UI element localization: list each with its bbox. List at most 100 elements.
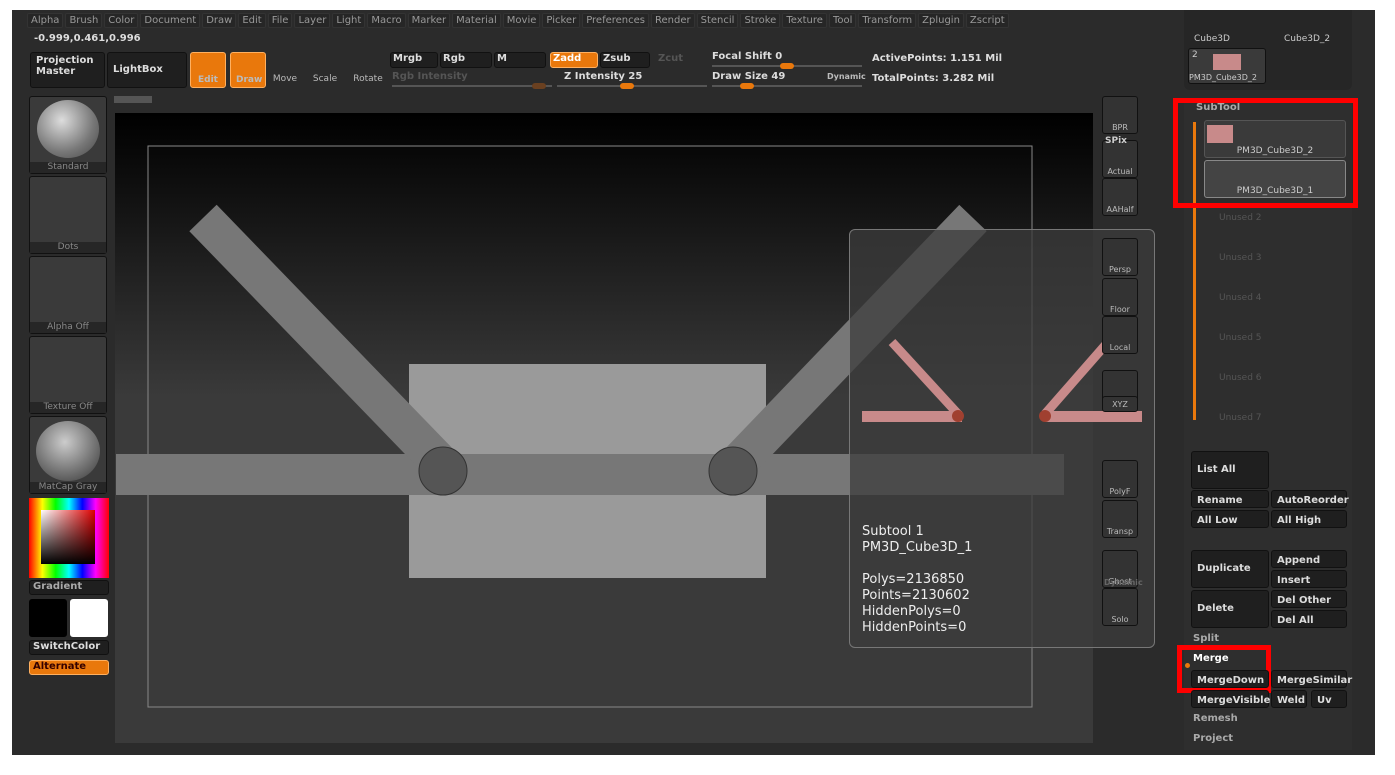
menu-movie[interactable]: Movie [502,13,541,28]
lightbox-button[interactable]: LightBox [107,52,187,88]
focal-shift-slider[interactable] [712,63,862,69]
all-low-button[interactable]: All Low [1191,510,1269,528]
tool-item-pm3d[interactable]: 2 PM3D_Cube3D_2 [1188,48,1266,84]
stroke-thumbnail[interactable]: Dots [29,176,107,254]
draw-button[interactable]: Draw [230,52,266,88]
menu-file[interactable]: File [267,13,293,28]
project-section[interactable]: Project [1193,733,1233,744]
menu-color[interactable]: Color [104,13,139,28]
secondary-color-swatch[interactable] [70,599,108,637]
menu-preferences[interactable]: Preferences [582,13,650,28]
scale-button[interactable]: Scale [310,74,340,84]
floor-button[interactable]: Floor [1102,278,1138,316]
m-button[interactable]: M [494,52,546,68]
local-button[interactable]: Local [1102,316,1138,354]
material-thumbnail[interactable]: MatCap Gray [29,416,107,494]
auto-reorder-button[interactable]: AutoReorder [1271,490,1349,508]
del-other-button[interactable]: Del Other [1271,590,1347,608]
alpha-thumbnail[interactable]: Alpha Off [29,256,107,334]
subtool-slot-empty[interactable]: Unused 4 [1219,293,1262,303]
total-points: TotalPoints: 3.282 Mil [872,73,995,84]
rename-button[interactable]: Rename [1191,490,1269,508]
z-intensity-slider[interactable] [557,83,707,89]
transp-button[interactable]: Transp [1102,500,1138,538]
subtool-slot-empty[interactable]: Unused 2 [1219,213,1262,223]
uv-button[interactable]: Uv [1311,690,1347,708]
menu-picker[interactable]: Picker [542,13,581,28]
bpr-button[interactable]: BPR [1102,96,1138,134]
polyf-button[interactable]: PolyF [1102,460,1138,498]
duplicate-button[interactable]: Duplicate [1191,550,1269,588]
spix-slider[interactable]: SPix [1105,136,1127,146]
dynamic-toggle[interactable]: Dynamic [827,72,866,81]
draw-size-slider[interactable] [712,83,862,89]
menu-tool[interactable]: Tool [828,13,857,28]
rgb-intensity-slider[interactable] [392,83,552,89]
edit-button[interactable]: Edit [190,52,226,88]
menu-zplugin[interactable]: Zplugin [918,13,964,28]
aahalf-button[interactable]: AAHalf [1102,178,1138,216]
menu-layer[interactable]: Layer [294,13,331,28]
menu-texture[interactable]: Texture [782,13,827,28]
menu-stroke[interactable]: Stroke [740,13,781,28]
merge-visible-button[interactable]: MergeVisible [1191,690,1270,708]
projection-master-button[interactable]: Projection Master [30,52,105,88]
persp-button[interactable]: Persp [1102,238,1138,276]
right-joint [708,446,758,496]
zcut-button[interactable]: Zcut [658,53,683,64]
color-picker[interactable] [29,498,109,578]
menu-transform[interactable]: Transform [858,13,917,28]
tool-palette: Cube3D Cube3D_2 2 PM3D_Cube3D_2 [1184,10,1352,90]
canvas-scroll[interactable] [114,96,152,103]
remesh-section[interactable]: Remesh [1193,713,1238,724]
menu-stencil[interactable]: Stencil [696,13,739,28]
menu-document[interactable]: Document [140,13,201,28]
tool-item-cube3d[interactable]: Cube3D [1194,34,1230,44]
menu-zscript[interactable]: Zscript [965,13,1009,28]
subtool-slot-empty[interactable]: Unused 7 [1219,413,1262,423]
subtool-slot-empty[interactable]: Unused 6 [1219,373,1262,383]
menu-render[interactable]: Render [651,13,695,28]
append-button[interactable]: Append [1271,550,1347,568]
z-intensity-label: Z Intensity 25 [564,71,643,82]
zsub-button[interactable]: Zsub [600,52,650,68]
alternate-button[interactable]: Alternate [29,660,109,675]
merge-similar-button[interactable]: MergeSimilar [1271,670,1352,688]
left-arm-mesh [189,204,459,482]
rotate-button[interactable]: Rotate [350,74,386,84]
rgb-button[interactable]: Rgb [440,52,492,68]
delete-button[interactable]: Delete [1191,590,1269,628]
switch-color-button[interactable]: SwitchColor [29,640,109,655]
mrgb-button[interactable]: Mrgb [390,52,438,68]
move-button[interactable]: Move [270,74,300,84]
zadd-button[interactable]: Zadd [550,52,598,68]
xyz-button[interactable]: XYZ [1102,396,1138,412]
del-all-button[interactable]: Del All [1271,610,1347,628]
subtool-slot-empty[interactable]: Unused 5 [1219,333,1262,343]
tool-item-cube3d-2[interactable]: Cube3D_2 [1284,34,1330,44]
menu-draw[interactable]: Draw [202,13,237,28]
split-section[interactable]: Split [1193,633,1219,644]
list-all-button[interactable]: List All [1191,451,1269,489]
left-joint [418,446,468,496]
gradient-label[interactable]: Gradient [29,580,109,595]
menu-edit[interactable]: Edit [238,13,266,28]
all-high-button[interactable]: All High [1271,510,1347,528]
merge-down-button[interactable]: MergeDown [1191,670,1269,688]
solo-button[interactable]: Solo [1102,588,1138,626]
merge-section[interactable]: Merge [1193,653,1229,664]
tooltip-hidden-points: HiddenPoints=0 [862,620,967,635]
dynamic-label[interactable]: Dynamic [1104,578,1143,587]
menu-light[interactable]: Light [332,13,366,28]
brush-thumbnail[interactable]: Standard [29,96,107,174]
menu-alpha[interactable]: Alpha [27,13,64,28]
menu-marker[interactable]: Marker [407,13,451,28]
insert-button[interactable]: Insert [1271,570,1347,588]
menu-brush[interactable]: Brush [65,13,103,28]
menu-macro[interactable]: Macro [367,13,406,28]
texture-thumbnail[interactable]: Texture Off [29,336,107,414]
menu-material[interactable]: Material [452,13,501,28]
subtool-slot-empty[interactable]: Unused 3 [1219,253,1262,263]
weld-button[interactable]: Weld [1271,690,1307,708]
main-color-swatch[interactable] [29,599,67,637]
